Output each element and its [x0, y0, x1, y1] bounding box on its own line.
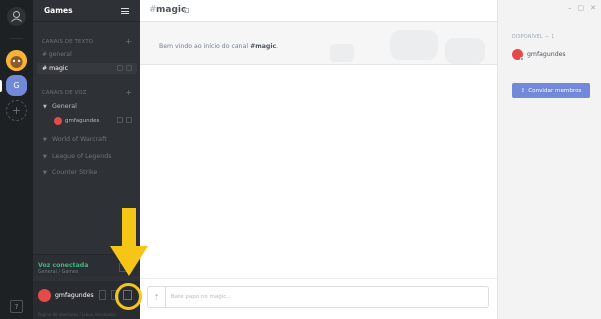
channel-title: magic — [156, 5, 187, 15]
member-list: – □ ✕ Disponível — 1 gmfagundes ⇪ Convid… — [497, 0, 601, 319]
chevron-down-icon: ▼ — [43, 104, 47, 110]
voice-user-name[interactable]: gmfagundes — [65, 118, 99, 124]
add-server-button[interactable]: + — [6, 100, 27, 121]
online-status-icon — [520, 57, 524, 61]
add-voice-channel-icon[interactable]: + — [125, 89, 132, 97]
voice-channel-lol[interactable]: League of Legends — [52, 153, 111, 160]
channel-settings-icon[interactable] — [126, 65, 132, 71]
help-button[interactable]: ? — [10, 300, 23, 313]
channel-magic[interactable]: # magic — [42, 65, 68, 72]
chevron-down-icon: ▼ — [43, 170, 47, 176]
annotation-arrow-icon — [110, 208, 148, 276]
online-header: Disponível — 1 — [512, 35, 555, 40]
voice-channels-category[interactable]: Canais de voz — [42, 90, 87, 96]
message-composer: ⇡ — [147, 286, 489, 308]
invite-icon[interactable] — [117, 65, 123, 71]
annotation-highlight-ring — [115, 283, 142, 310]
voice-status: Voz conectada — [38, 262, 89, 269]
menu-icon[interactable] — [121, 8, 129, 14]
voice-channel-wow[interactable]: World of Warcraft — [52, 136, 107, 143]
friends-icon — [11, 11, 22, 22]
server-rail: G + ? — [0, 0, 33, 319]
composer-divider — [140, 278, 497, 279]
monkey-avatar-icon — [6, 50, 27, 71]
rail-separator — [10, 38, 23, 39]
headset-icon — [126, 117, 132, 123]
mute-mic-icon — [117, 117, 123, 123]
channel-header: # magic — [140, 0, 497, 22]
maximize-button[interactable]: □ — [578, 4, 585, 12]
welcome-message: Bem vindo ao início do canal #magic. — [159, 43, 279, 50]
user-name: gmfagundes — [55, 292, 94, 299]
upload-icon[interactable]: ⇡ — [148, 287, 166, 307]
voice-channel-general[interactable]: General — [52, 103, 77, 110]
invite-icon: ⇪ — [520, 87, 526, 94]
active-server-indicator — [0, 80, 2, 92]
microphone-icon[interactable] — [99, 290, 106, 300]
chevron-down-icon: ▼ — [43, 137, 47, 143]
channel-general[interactable]: # general — [42, 51, 72, 58]
invite-members-button[interactable]: ⇪ Convidar membros — [512, 83, 590, 98]
server-icon-avatar[interactable] — [6, 50, 27, 71]
add-text-channel-icon[interactable]: + — [125, 38, 132, 46]
topic-icon[interactable] — [184, 8, 189, 13]
member-name[interactable]: gmfagundes — [527, 51, 566, 58]
server-name: Games — [44, 6, 73, 15]
footer-text: Pagina de aberturas / jabuu recrutadas — [38, 312, 117, 317]
voice-location: General / Games — [38, 270, 79, 275]
server-header[interactable]: Games — [33, 0, 140, 22]
text-channels-category[interactable]: Canais de texto — [42, 39, 93, 45]
avatar[interactable] — [38, 289, 51, 302]
minimize-button[interactable]: – — [568, 4, 572, 12]
server-icon-games[interactable]: G — [6, 75, 27, 96]
close-button[interactable]: ✕ — [590, 4, 596, 12]
message-input[interactable] — [171, 292, 471, 302]
chat-area: # magic Bem vindo ao início do canal #ma… — [140, 0, 497, 319]
voice-channel-cs[interactable]: Counter Strike — [52, 169, 97, 176]
friends-home-button[interactable] — [7, 7, 26, 26]
avatar — [54, 117, 62, 125]
chevron-down-icon: ▼ — [43, 154, 47, 160]
